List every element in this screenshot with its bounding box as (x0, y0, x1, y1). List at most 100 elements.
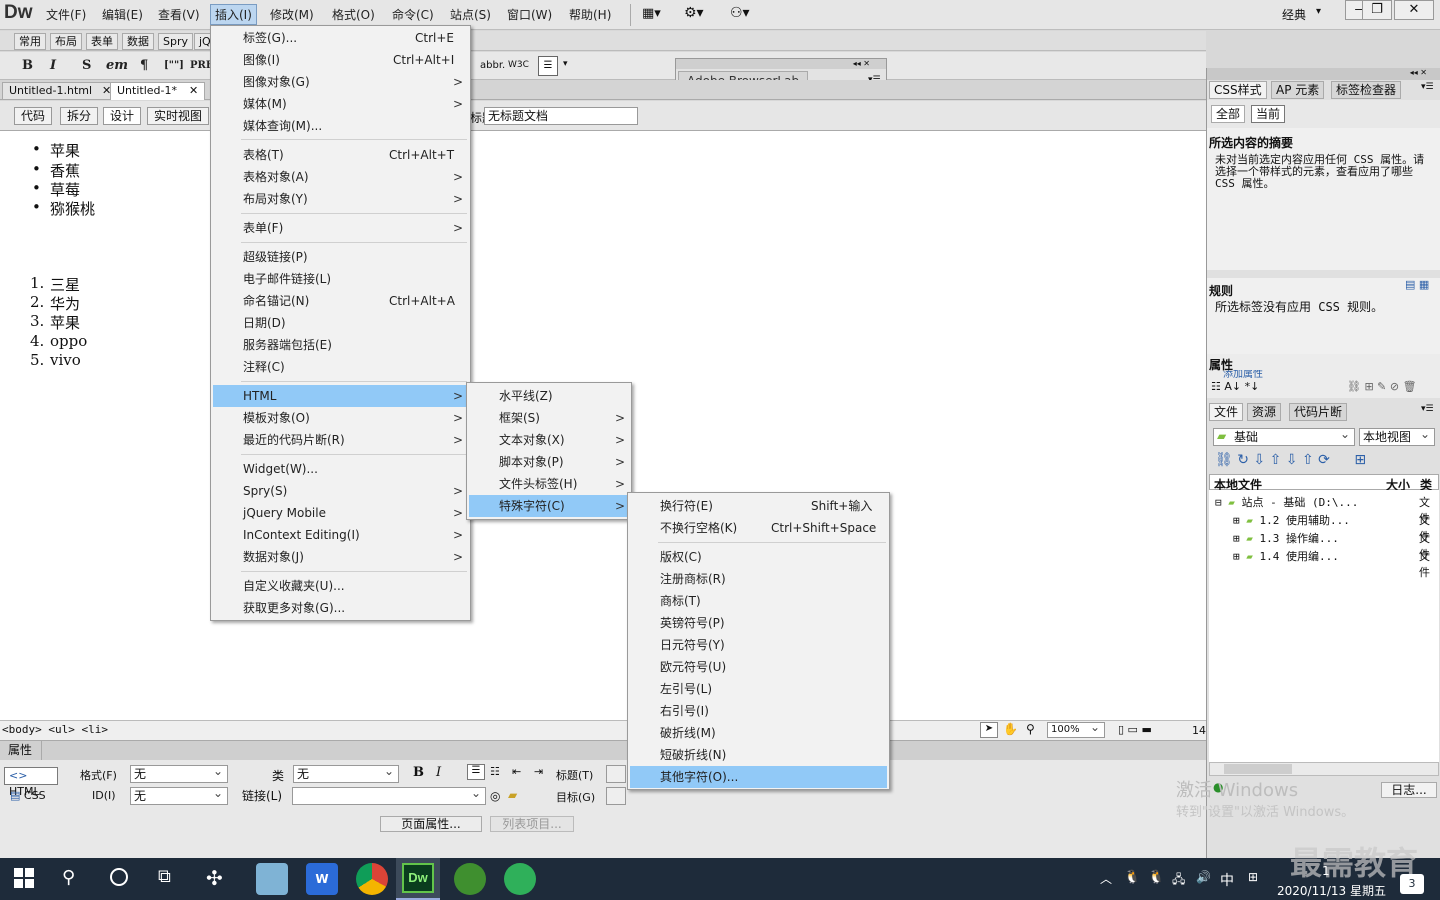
list-item-button[interactable]: 列表项目... (490, 816, 574, 832)
menu-item[interactable]: 注册商标(R) (628, 568, 889, 590)
menu-item[interactable]: 英镑符号(P) (628, 612, 889, 634)
menu-item[interactable]: 布局对象(Y) > (211, 188, 470, 210)
tab-assets[interactable]: 资源 (1247, 403, 1282, 421)
tab-forms[interactable]: 表单 (86, 33, 118, 50)
format-select[interactable]: 无 (130, 763, 228, 783)
list-item[interactable]: 华为 (50, 293, 80, 314)
menu-format[interactable]: 格式(O) (332, 6, 375, 23)
menu-item-other-chars[interactable]: 其他字符(O)... (630, 766, 887, 788)
tab-data[interactable]: 数据 (122, 33, 154, 50)
menu-item[interactable]: 图像对象(G) > (211, 71, 470, 93)
menu-commands[interactable]: 命令(C) (392, 6, 434, 23)
css-mode-button[interactable]: ▤ CSS (10, 789, 46, 802)
html-mode-button[interactable]: <> HTML (4, 767, 58, 798)
tree-row[interactable]: ⊟ ▰ 站点 - 基础 (D:\... (1215, 494, 1358, 510)
menu-item[interactable]: 日元符号(Y) (628, 634, 889, 656)
zoom-icon[interactable]: ⚲ (1026, 722, 1035, 736)
indent-icon[interactable]: ⇥ (534, 765, 543, 778)
rules-view-icon[interactable]: ▤ ▦ (1405, 278, 1429, 291)
tab-snippets[interactable]: 代码片断 (1289, 403, 1348, 421)
chrome-app-icon[interactable] (356, 863, 388, 895)
list-icon[interactable]: ☰ (538, 56, 558, 76)
add-property-link[interactable]: 添加属性 (1223, 370, 1307, 378)
tab-css-styles[interactable]: CSS样式 (1209, 81, 1267, 99)
task-view-icon[interactable]: ⧉ (158, 866, 171, 887)
paragraph-icon[interactable]: ¶ (140, 58, 148, 73)
menu-modify[interactable]: 修改(M) (270, 6, 314, 23)
menu-item[interactable]: Widget(W)... (211, 458, 470, 480)
collapse-icon[interactable]: ◂◂ ✕ (676, 59, 886, 69)
list-item[interactable]: 猕猴桃 (50, 198, 95, 219)
menu-item[interactable]: jQuery Mobile > (211, 502, 470, 524)
dreamweaver-task[interactable]: Dw (396, 858, 440, 900)
list-item[interactable]: 草莓 (50, 179, 80, 200)
menu-item[interactable]: 换行符(E) Shift+输入 (628, 495, 889, 517)
pointer-icon[interactable]: ➤ (980, 722, 998, 738)
menu-item[interactable]: 表格(T) Ctrl+Alt+T (211, 144, 470, 166)
tab-layout[interactable]: 布局 (50, 33, 82, 50)
menu-item[interactable]: 自定义收藏夹(U)... (211, 575, 470, 597)
ordered-list-icon[interactable]: ☷ (490, 765, 500, 778)
zoom-select[interactable]: 100% (1047, 720, 1105, 738)
menu-item[interactable]: Spry(S) > (211, 480, 470, 502)
panel-menu-icon[interactable]: ▾☰ (1421, 82, 1434, 92)
search-icon[interactable]: ⚲ (62, 867, 75, 888)
network-icon[interactable]: 🖧 (1172, 870, 1185, 891)
menu-item[interactable]: 框架(S) > (467, 407, 631, 429)
bold-icon[interactable]: B (22, 58, 33, 73)
collapse-icon[interactable]: ◂◂ ✕ (1207, 68, 1440, 80)
expand-icon[interactable]: ⊞ (1233, 514, 1240, 527)
list-item[interactable]: 香蕉 (50, 160, 80, 181)
layout-icon[interactable]: ▦▾ (642, 6, 661, 21)
menu-item[interactable]: 欧元符号(U) (628, 656, 889, 678)
link-input[interactable] (292, 785, 486, 805)
chevron-up-icon[interactable]: ︿ (1100, 870, 1112, 887)
id-select[interactable]: 无 (130, 785, 228, 805)
code-view-button[interactable]: 代码 (14, 107, 53, 125)
restore-button[interactable]: ❐ (1362, 0, 1392, 20)
chevron-down-icon[interactable]: ▾ (563, 59, 568, 69)
collapse-icon[interactable]: ⊟ (1215, 496, 1222, 509)
tab-tag-inspector[interactable]: 标签检查器 (1331, 81, 1402, 99)
view-select[interactable]: 本地视图 (1359, 426, 1435, 446)
qq-icon[interactable]: 🐧 (1124, 870, 1140, 885)
tab-common[interactable]: 常用 (14, 33, 46, 50)
mode-all[interactable]: 全部 (1211, 105, 1246, 123)
split-view-button[interactable]: 拆分 (60, 107, 99, 125)
bold-icon[interactable]: B (413, 765, 424, 780)
tree-row[interactable]: ⊞ ▰ 1.3 操作编... (1233, 530, 1339, 546)
doc-tab-untitled-html[interactable]: Untitled-1.html ✕ (2, 82, 119, 100)
clock-date[interactable]: 2020/11/13 星期五 (1277, 882, 1386, 899)
italic-icon[interactable]: I (50, 58, 56, 73)
list-item[interactable]: 三星 (50, 274, 80, 295)
menu-item[interactable]: 命名锚记(N) Ctrl+Alt+A (211, 290, 470, 312)
chevron-down-icon[interactable]: ▾ (1316, 6, 1321, 17)
horizontal-scrollbar[interactable] (1209, 762, 1439, 776)
close-icon[interactable]: ✕ (189, 84, 198, 97)
menu-item[interactable]: 模板对象(O) > (211, 407, 470, 429)
blockquote-icon[interactable]: [""] (164, 60, 184, 71)
w3c-icon[interactable]: W3C (508, 60, 529, 70)
menu-item-special-chars[interactable]: 特殊字符(C) > (469, 495, 629, 517)
tree-row[interactable]: ⊞ ▰ 1.4 使用编... (1233, 548, 1339, 564)
scrollbar-thumb[interactable] (1224, 764, 1292, 774)
menu-item[interactable]: 短破折线(N) (628, 744, 889, 766)
volume-icon[interactable]: 🔊 (1196, 870, 1211, 884)
notepad-app-icon[interactable] (256, 863, 288, 895)
menu-help[interactable]: 帮助(H) (569, 6, 611, 23)
doc-tab-untitled-current[interactable]: Untitled-1* ✕ (110, 82, 206, 100)
design-view-button[interactable]: 设计 (103, 107, 142, 125)
menu-item[interactable]: 服务器端包括(E) (211, 334, 470, 356)
menu-item[interactable]: 水平线(Z) (467, 385, 631, 407)
mode-current[interactable]: 当前 (1251, 105, 1286, 123)
clock-time[interactable]: 1 (1322, 864, 1330, 878)
panel-menu-icon[interactable]: ▾☰ (1421, 404, 1434, 414)
menu-item[interactable]: 注释(C) (211, 356, 470, 378)
abbr-icon[interactable]: abbr. (480, 60, 505, 71)
title-input[interactable]: 无标题文档 (484, 107, 638, 125)
list-item[interactable]: oppo (50, 332, 87, 350)
menu-item[interactable]: 超级链接(P) (211, 246, 470, 268)
menu-file[interactable]: 文件(F) (46, 6, 86, 23)
live-view-button[interactable]: 实时视图 (147, 107, 210, 125)
italic-icon[interactable]: I (436, 765, 441, 780)
